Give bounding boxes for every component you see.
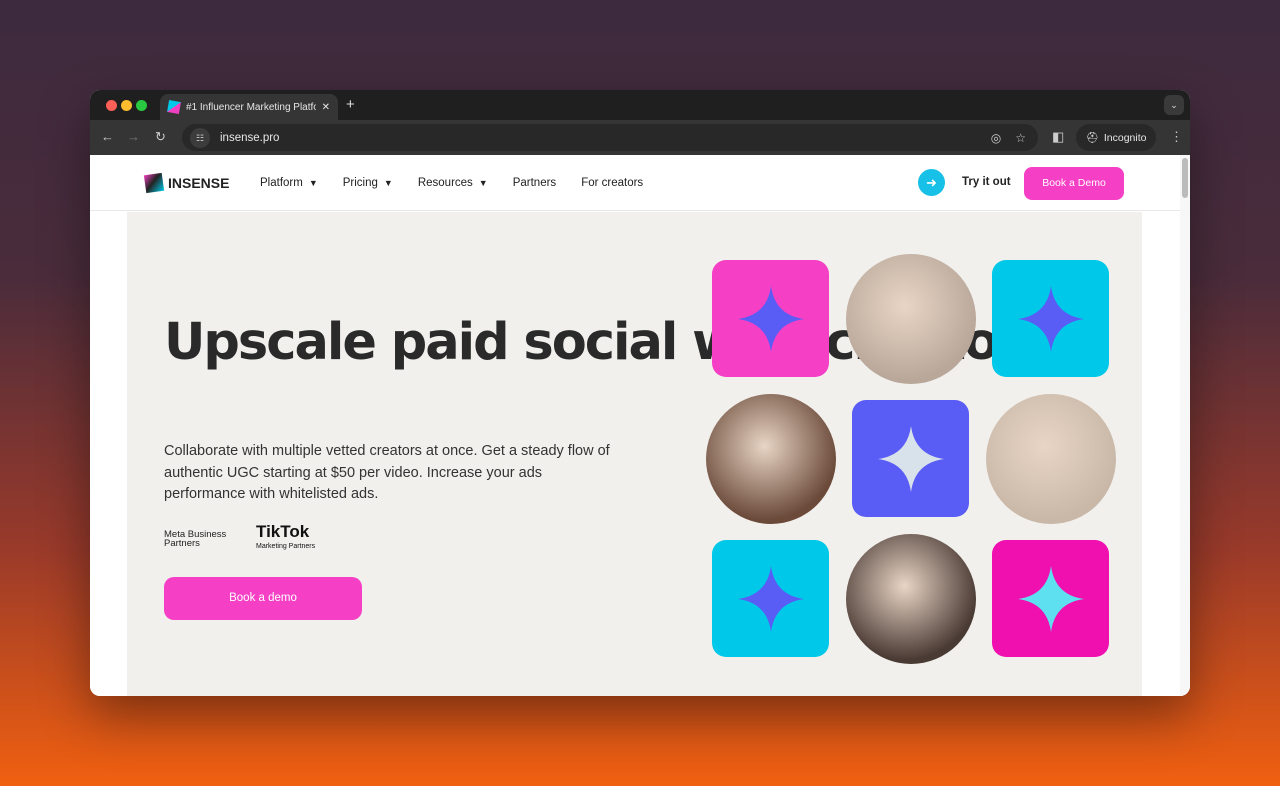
tab-search-button[interactable]: ⌄ [1164, 95, 1184, 115]
creator-photo [986, 394, 1116, 524]
minimize-window-button[interactable] [121, 100, 132, 111]
nav-platform[interactable]: Platform ▼ [260, 177, 318, 189]
url-text: insense.pro [220, 131, 280, 144]
side-panel-icon[interactable]: ◧ [1052, 129, 1064, 145]
site-nav: INSENSE Platform ▼ Pricing ▼ Resources ▼ Pa… [90, 155, 1190, 211]
hero-subtitle: Collaborate with multiple vetted creator… [164, 443, 610, 502]
sparkle-tile-icon [992, 260, 1109, 377]
browser-window: #1 Influencer Marketing Platfo ✕ + ⌄ ← →… [90, 90, 1190, 696]
menu-kebab-icon[interactable]: ⋮ [1170, 129, 1183, 145]
nav-pricing[interactable]: Pricing ▼ [343, 177, 393, 189]
sign-in-icon[interactable]: ➜ [918, 169, 945, 196]
web-page: INSENSE Platform ▼ Pricing ▼ Resources ▼ Pa… [90, 155, 1190, 696]
new-tab-button[interactable]: + [346, 96, 355, 113]
chevron-down-icon: ▼ [478, 177, 488, 188]
tab-title: #1 Influencer Marketing Platfo [186, 101, 316, 113]
close-window-button[interactable] [106, 100, 117, 111]
eye-off-icon[interactable]: ◎ [991, 131, 1001, 145]
book-demo-nav-button[interactable]: Book a Demo [1024, 167, 1124, 200]
sparkle-tile-icon [852, 400, 969, 517]
incognito-badge[interactable]: ⛑ Incognito [1076, 124, 1156, 151]
creator-photo [846, 534, 976, 664]
sparkle-tile-icon [712, 540, 829, 657]
incognito-label: Incognito [1103, 131, 1147, 144]
nav-resources[interactable]: Resources ▼ [418, 177, 488, 189]
nav-for-creators[interactable]: For creators [581, 177, 643, 189]
try-it-out-link[interactable]: Try it out [962, 176, 1011, 188]
incognito-icon: ⛑ [1085, 132, 1099, 144]
book-demo-hero-button[interactable]: Book a demo [164, 577, 362, 620]
chevron-down-icon: ▼ [308, 177, 318, 188]
browser-tab[interactable]: #1 Influencer Marketing Platfo ✕ [160, 94, 338, 120]
sparkle-tile-icon [992, 540, 1109, 657]
toolbar: ← → ↻ ☷ insense.pro ◎ ☆ ◧ ⛑ Incognito ⋮ [90, 120, 1190, 155]
maximize-window-button[interactable] [136, 100, 147, 111]
brand-logo[interactable]: INSENSE [143, 172, 230, 193]
site-settings-icon[interactable]: ☷ [190, 127, 210, 148]
scrollbar[interactable] [1180, 155, 1190, 696]
creator-photo [846, 254, 976, 384]
tiktok-partner-logo: TikTok Marketing Partners [256, 522, 316, 550]
hero-section: Upscale paid social with creators Collab… [127, 212, 1142, 696]
back-icon[interactable]: ← [101, 129, 114, 144]
brand-name: INSENSE [168, 174, 230, 191]
address-bar[interactable]: ☷ insense.pro ◎ ☆ [182, 124, 1038, 151]
tab-bar: #1 Influencer Marketing Platfo ✕ + ⌄ [90, 90, 1190, 120]
chevron-down-icon: ▼ [383, 177, 393, 188]
meta-partner-logo: Meta Business Partners [164, 529, 227, 549]
favicon-icon [167, 100, 181, 114]
insense-logo-icon [143, 172, 165, 193]
bookmark-star-icon[interactable]: ☆ [1015, 131, 1026, 145]
close-tab-icon[interactable]: ✕ [322, 102, 330, 113]
reload-icon[interactable]: ↻ [155, 129, 166, 145]
creator-photo [706, 394, 836, 524]
forward-icon[interactable]: → [127, 129, 140, 144]
nav-partners[interactable]: Partners [513, 177, 556, 189]
sparkle-tile-icon [712, 260, 829, 377]
partner-badges: Meta Business Partners TikTok Marketing P… [164, 522, 316, 554]
